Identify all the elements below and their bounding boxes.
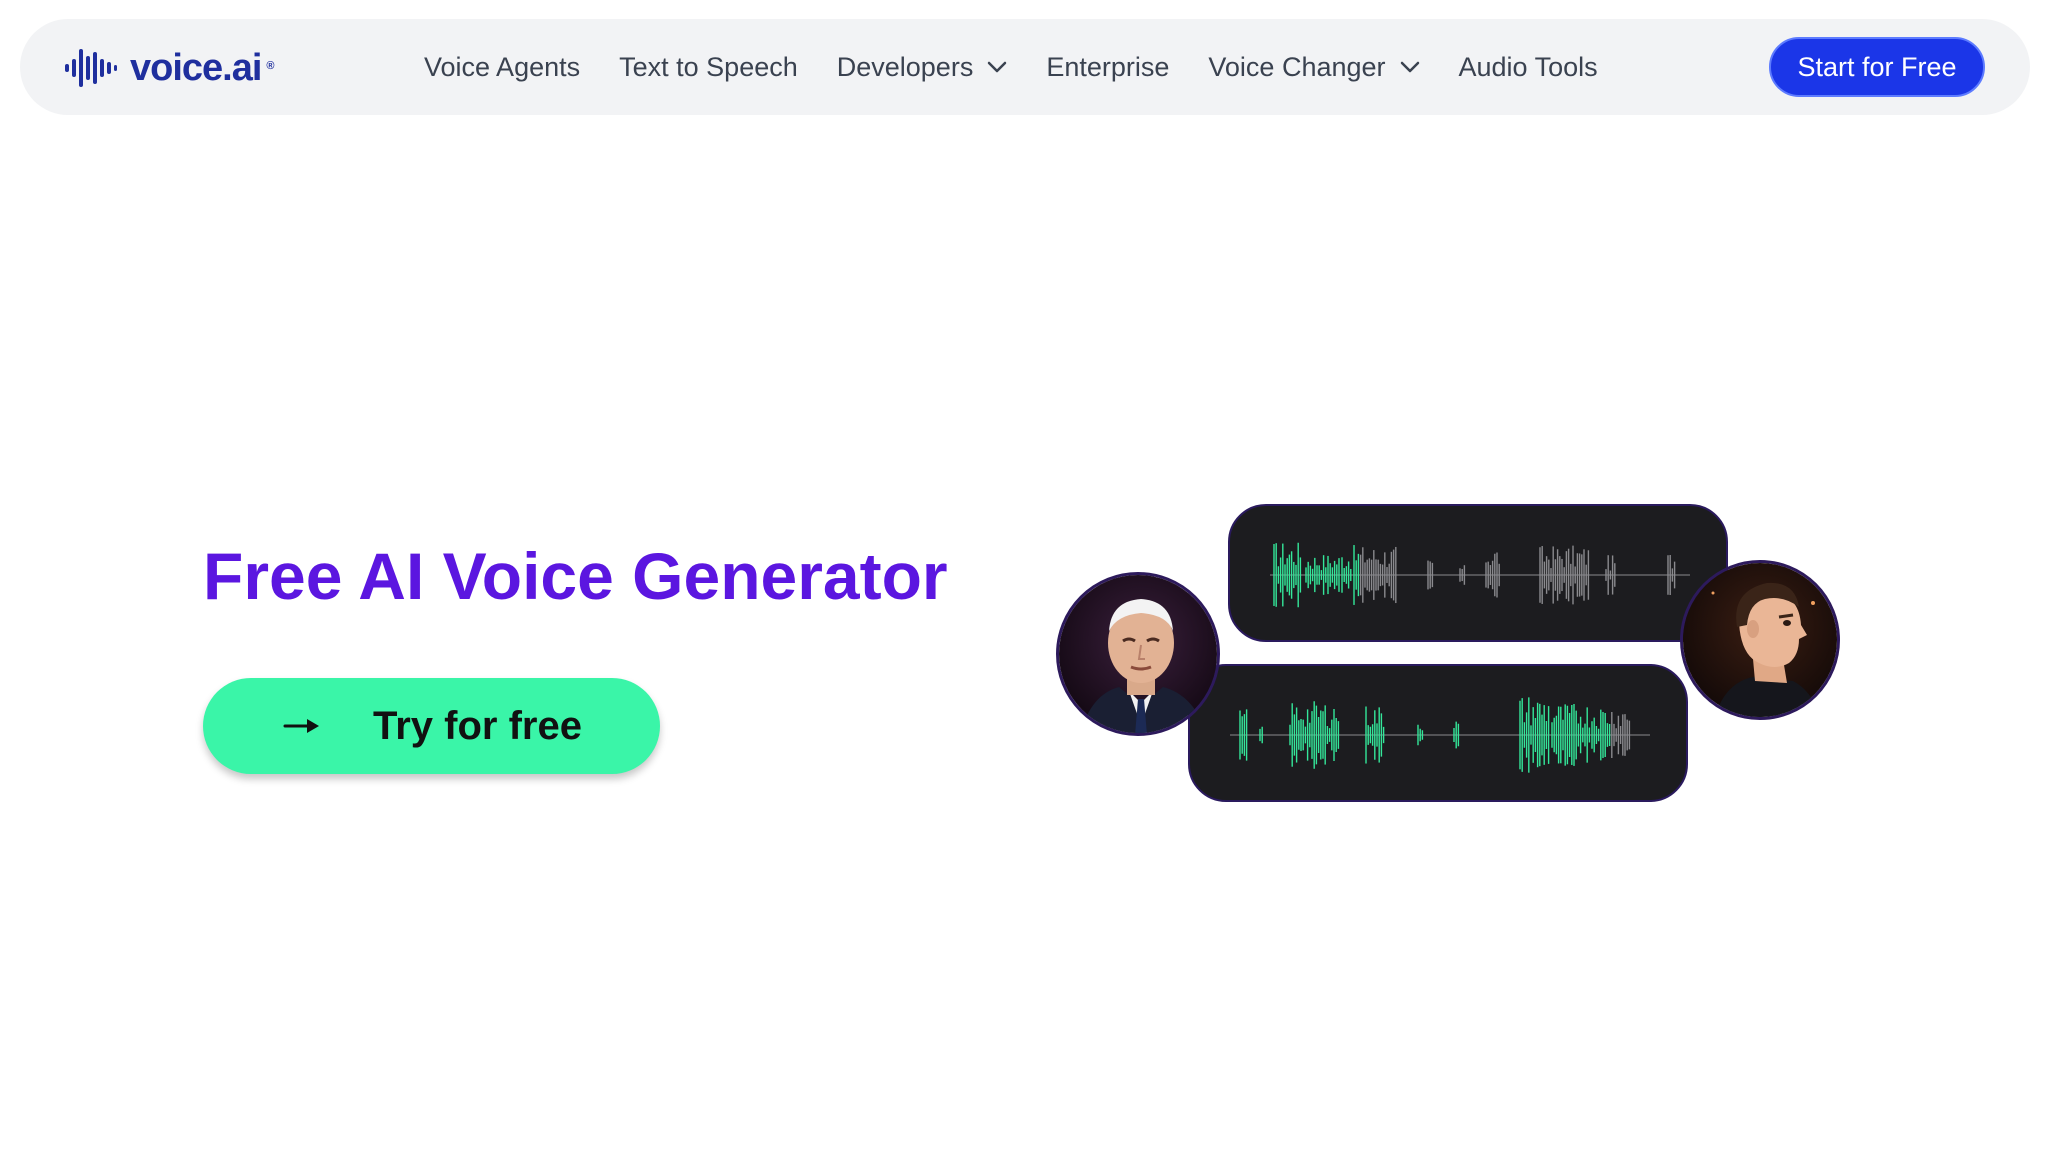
- nav-item-label: Audio Tools: [1458, 51, 1598, 82]
- nav-item-label: Text to Speech: [619, 51, 798, 82]
- hero-title: Free AI Voice Generator: [203, 539, 948, 613]
- chevron-down-icon: [1400, 61, 1419, 73]
- nav-item-text-to-speech[interactable]: Text to Speech: [619, 52, 798, 83]
- nav-item-label: Developers: [836, 51, 974, 82]
- speaker-avatar-right: [1680, 560, 1840, 720]
- nav-item-enterprise[interactable]: Enterprise: [1046, 52, 1169, 83]
- try-for-free-label: Try for free: [373, 704, 582, 748]
- speaker-avatar-left: [1056, 572, 1220, 736]
- nav-item-audio-tools[interactable]: Audio Tools: [1459, 52, 1598, 83]
- soundwave-logo-icon: [65, 49, 117, 87]
- top-navbar: voice.ai ® Voice Agents Text to Speech De…: [20, 19, 2030, 115]
- nav-item-label: Enterprise: [1046, 51, 1170, 82]
- waveform-card-bottom: [1188, 664, 1688, 802]
- try-for-free-button[interactable]: Try for free: [203, 678, 660, 774]
- main-nav: Voice Agents Text to Speech Developers E…: [424, 19, 1598, 115]
- nav-item-label: Voice Agents: [424, 51, 581, 82]
- nav-item-label: Voice Changer: [1208, 51, 1386, 82]
- nav-item-voice-agents[interactable]: Voice Agents: [424, 52, 580, 83]
- portrait-man-profile: [1683, 563, 1837, 717]
- logo-wordmark: voice.ai ®: [130, 47, 274, 89]
- registered-mark: ®: [266, 60, 274, 72]
- voice-ai-logo[interactable]: voice.ai ®: [64, 47, 274, 89]
- arrow-right-icon: [283, 719, 319, 733]
- start-for-free-button[interactable]: Start for Free: [1769, 37, 1985, 97]
- chevron-down-icon: [988, 61, 1007, 73]
- nav-item-developers[interactable]: Developers: [837, 52, 1008, 83]
- waveform-card-top: [1228, 504, 1728, 642]
- waveform-bottom: [1230, 697, 1650, 773]
- nav-item-voice-changer[interactable]: Voice Changer: [1208, 52, 1419, 83]
- waveform-top: [1270, 542, 1690, 608]
- portrait-elderly-man-suit: [1059, 575, 1217, 733]
- voice-conversion-illustration: [1050, 500, 1850, 810]
